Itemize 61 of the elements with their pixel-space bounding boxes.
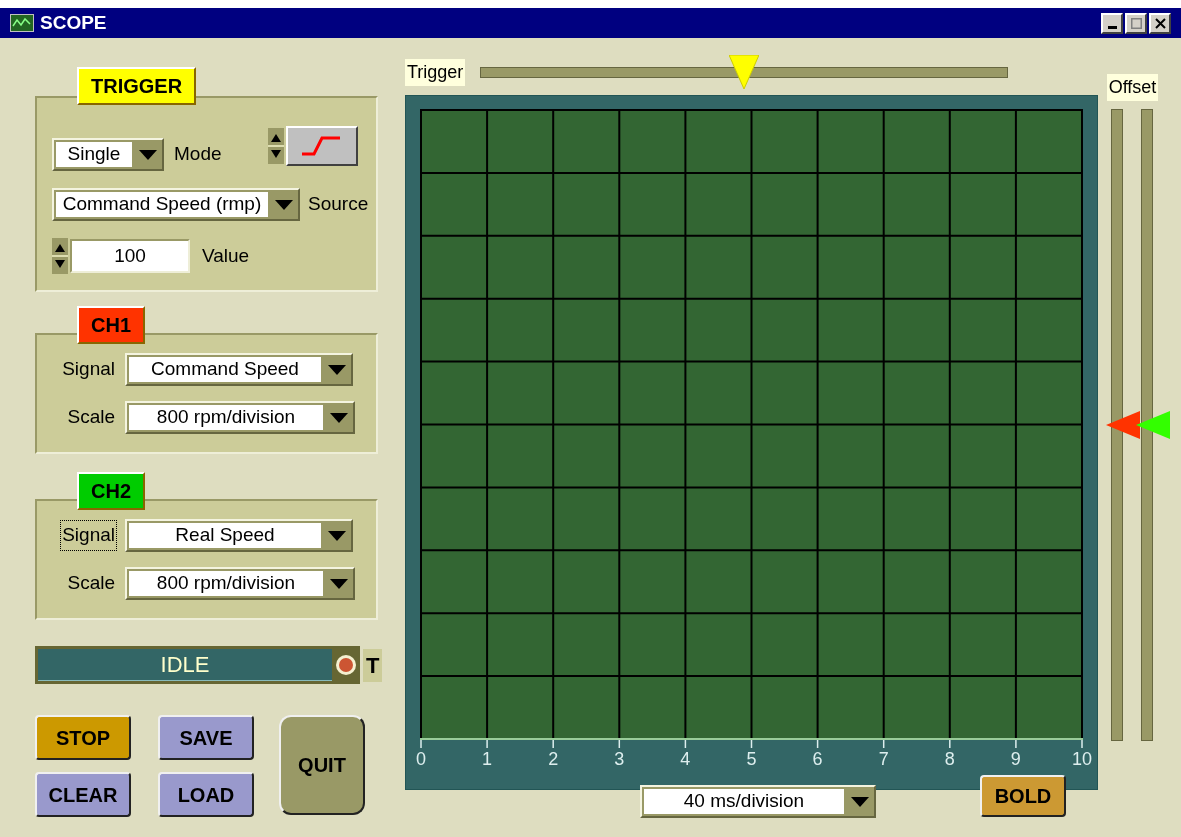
- caret-icon: [330, 578, 348, 589]
- group-tag: CH1: [77, 306, 145, 344]
- axis-label: 6: [811, 748, 824, 770]
- value-field[interactable]: 100: [70, 239, 190, 273]
- window-title: SCOPE: [40, 10, 108, 35]
- offset-label: Offset: [1106, 74, 1159, 101]
- dropdown[interactable]: 40 ms/division: [640, 785, 876, 818]
- caret-icon: [330, 412, 348, 423]
- minimize-button[interactable]: [1101, 12, 1123, 34]
- maximize-icon: [1130, 17, 1142, 29]
- axis-label: 5: [745, 748, 758, 770]
- axis-label: 8: [943, 748, 956, 770]
- action-button[interactable]: QUIT: [279, 715, 365, 815]
- axis-label: 10: [1070, 748, 1093, 770]
- indicator-label: T: [363, 648, 383, 682]
- offset-thumb[interactable]: [1105, 411, 1140, 439]
- action-button[interactable]: LOAD: [158, 772, 254, 817]
- action-button[interactable]: SAVE: [158, 715, 254, 760]
- bold-button[interactable]: BOLD: [980, 775, 1066, 817]
- axis-label: 7: [877, 748, 890, 770]
- minimize-icon: [1107, 25, 1117, 29]
- axis-label: 2: [547, 748, 560, 770]
- trigger-thumb[interactable]: [729, 55, 760, 89]
- offset-thumb[interactable]: [1135, 411, 1170, 439]
- axis-label: 0: [415, 748, 427, 770]
- axis-label: 3: [613, 748, 626, 770]
- axis-label: 9: [1009, 748, 1022, 770]
- signal-label: Signal: [60, 520, 117, 551]
- caret-icon: [328, 530, 346, 541]
- dropdown[interactable]: Single: [52, 138, 164, 171]
- spin-button[interactable]: [52, 238, 68, 274]
- value-label: Value: [202, 243, 250, 268]
- trigger-slider-label: Trigger: [405, 59, 466, 86]
- dropdown[interactable]: 800 rpm/division: [125, 567, 355, 600]
- dropdown[interactable]: Command Speed (rmp): [52, 188, 300, 221]
- scale-label: Scale: [67, 571, 115, 596]
- dropdown[interactable]: 800 rpm/division: [125, 401, 355, 434]
- axis-label: 4: [679, 748, 692, 770]
- axis-label: 1: [481, 748, 494, 770]
- scale-label: Scale: [67, 405, 115, 430]
- slope-button[interactable]: [285, 125, 358, 166]
- close-button[interactable]: [1149, 12, 1171, 34]
- close-icon: [1154, 17, 1166, 29]
- dropdown[interactable]: Real Speed: [125, 519, 353, 552]
- spin-button[interactable]: [267, 127, 284, 164]
- mode-label: Mode: [174, 142, 222, 167]
- dropdown[interactable]: Command Speed: [125, 353, 353, 386]
- led-icon: [335, 654, 357, 676]
- caret-icon: [851, 796, 869, 807]
- group-tag: TRIGGER: [77, 67, 197, 105]
- caret-icon: [328, 364, 346, 375]
- scope-icon: [10, 14, 34, 32]
- caret-icon: [139, 149, 157, 160]
- group-tag: CH2: [77, 472, 145, 510]
- signal-label: Signal: [61, 357, 116, 382]
- caret-icon: [275, 199, 293, 210]
- source-label: Source: [308, 192, 369, 217]
- status-text: IDLE: [160, 651, 210, 679]
- action-button[interactable]: CLEAR: [35, 772, 131, 817]
- action-button[interactable]: STOP: [35, 715, 131, 760]
- maximize-button[interactable]: [1125, 12, 1147, 34]
